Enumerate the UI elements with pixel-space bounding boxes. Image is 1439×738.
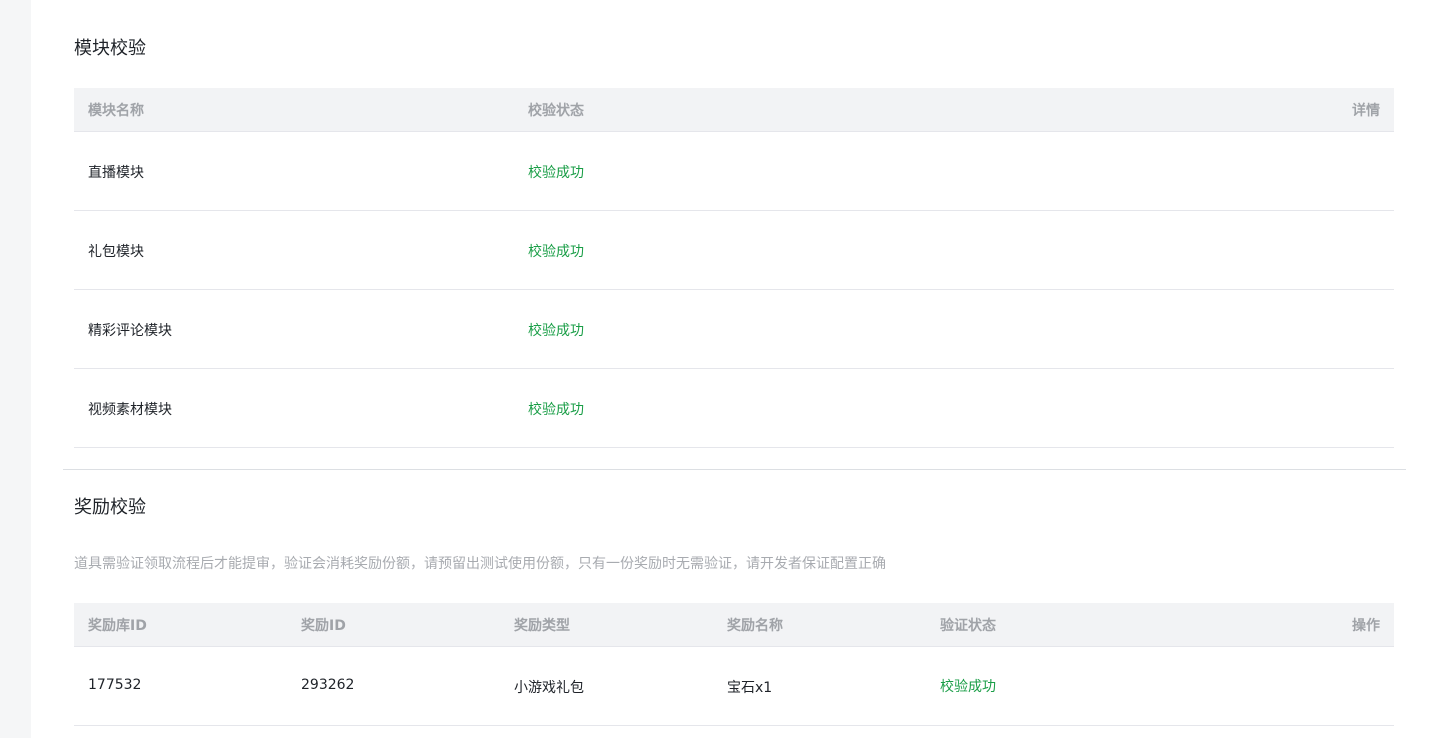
module-section-title: 模块校验: [74, 38, 146, 59]
header-verify-status: 验证状态: [940, 618, 996, 634]
module-status-cell: 校验成功: [528, 244, 584, 260]
module-name-cell: 直播模块: [88, 165, 144, 181]
reward-table-header: 奖励库ID 奖励ID 奖励类型 奖励名称 验证状态 操作: [74, 603, 1394, 647]
header-module-name: 模块名称: [88, 103, 144, 119]
reward-type-cell: 小游戏礼包: [514, 680, 584, 696]
module-name-cell: 视频素材模块: [88, 402, 172, 418]
reward-table: 奖励库ID 奖励ID 奖励类型 奖励名称 验证状态 操作 177532 2932…: [74, 603, 1394, 726]
module-table: 模块名称 校验状态 详情 直播模块 校验成功 礼包模块 校验成功 精彩评论模块 …: [74, 88, 1394, 448]
table-row: 177532 293262 小游戏礼包 宝石x1 校验成功: [74, 647, 1394, 726]
table-row: 视频素材模块 校验成功: [74, 369, 1394, 448]
reward-description: 道具需验证领取流程后才能提审，验证会消耗奖励份额，请预留出测试使用份额，只有一份…: [74, 556, 886, 572]
reward-name-cell: 宝石x1: [727, 680, 773, 696]
table-row: 精彩评论模块 校验成功: [74, 290, 1394, 369]
section-divider: [63, 469, 1406, 470]
header-action: 操作: [1352, 618, 1380, 634]
header-reward-type: 奖励类型: [514, 618, 570, 634]
header-reward-name: 奖励名称: [727, 618, 783, 634]
module-name-cell: 礼包模块: [88, 244, 144, 260]
reward-section-title: 奖励校验: [74, 497, 146, 518]
module-status-cell: 校验成功: [528, 402, 584, 418]
header-library-id: 奖励库ID: [88, 618, 147, 634]
module-status-cell: 校验成功: [528, 165, 584, 181]
verify-status-cell: 校验成功: [940, 679, 996, 695]
header-module-detail: 详情: [1352, 103, 1380, 119]
reward-id-cell: 293262: [301, 677, 355, 693]
module-name-cell: 精彩评论模块: [88, 323, 172, 339]
module-table-header: 模块名称 校验状态 详情: [74, 88, 1394, 132]
table-row: 直播模块 校验成功: [74, 132, 1394, 211]
header-reward-id: 奖励ID: [301, 618, 346, 634]
header-module-status: 校验状态: [528, 103, 584, 119]
table-row: 礼包模块 校验成功: [74, 211, 1394, 290]
content-panel: 模块校验 模块名称 校验状态 详情 直播模块 校验成功 礼包模块 校验成功 精彩…: [31, 0, 1439, 738]
library-id-cell: 177532: [88, 677, 142, 693]
module-status-cell: 校验成功: [528, 323, 584, 339]
